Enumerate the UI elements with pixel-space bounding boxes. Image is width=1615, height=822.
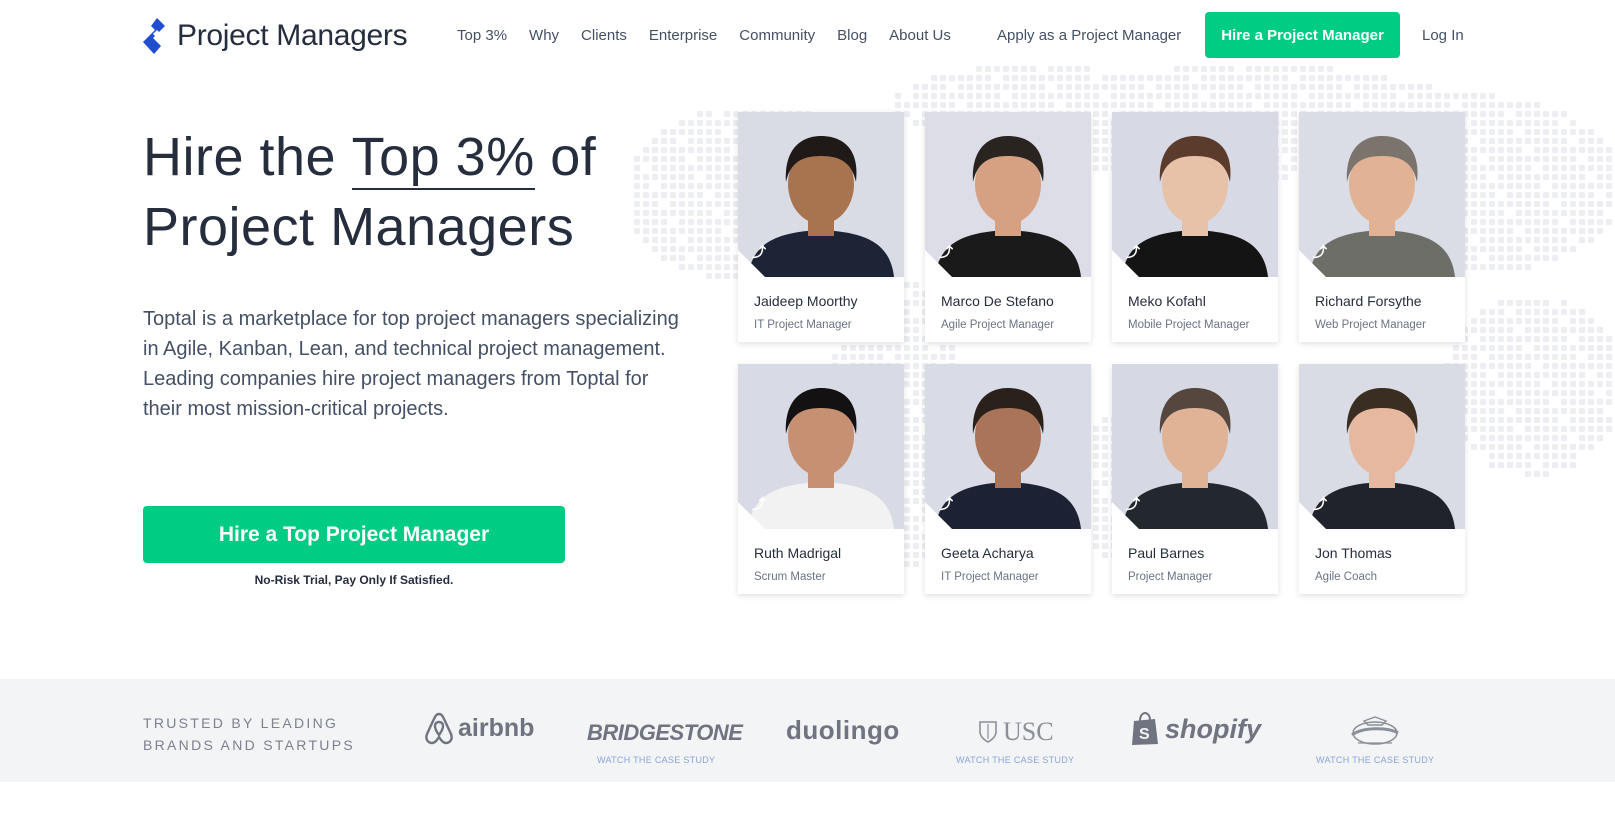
toptal-badge-icon: ⤴ [939, 244, 953, 260]
logo[interactable]: Project Managers [143, 18, 408, 54]
logo-text: Project Managers [177, 19, 408, 52]
bridgestone-logo: BRIDGESTONE [587, 720, 743, 745]
talent-card[interactable]: ⤴ Paul Barnes Project Manager [1112, 364, 1278, 594]
talent-card[interactable]: ⤴ Jaideep Moorthy IT Project Manager [738, 112, 904, 342]
talent-role: Agile Coach [1315, 571, 1378, 583]
hero-desc-line1: Toptal is a marketplace for top project … [143, 308, 679, 360]
hero-desc-line2: Leading companies hire project managers … [143, 368, 649, 420]
trusted-label: TRUSTED BY LEADING BRANDS AND STARTUPS [143, 712, 355, 756]
talent-name: Richard Forsythe [1315, 293, 1422, 309]
talent-role: Web Project Manager [1315, 319, 1427, 331]
hero-description: Toptal is a marketplace for top project … [143, 304, 683, 424]
toptal-badge-icon: ⤴ [939, 496, 953, 512]
talent-name: Jaideep Moorthy [754, 293, 858, 309]
usc-case-study-link[interactable]: WATCH THE CASE STUDY [956, 755, 1074, 765]
talent-card[interactable]: ⤴ Geeta Acharya IT Project Manager [925, 364, 1091, 594]
usc-logo: USC [978, 717, 1054, 747]
talent-name: Jon Thomas [1315, 545, 1392, 561]
nav-link-about[interactable]: About Us [889, 27, 951, 44]
nav-link-community[interactable]: Community [739, 27, 815, 44]
talent-card[interactable]: ⤴ Ruth Madrigal Scrum Master [738, 364, 904, 594]
talent-card[interactable]: ⤴ Marco De Stefano Agile Project Manager [925, 112, 1091, 342]
cavaliers-case-study-link[interactable]: WATCH THE CASE STUDY [1316, 755, 1434, 765]
toptal-badge-icon: ⤴ [752, 496, 766, 512]
nav-link-why[interactable]: Why [529, 27, 559, 44]
toptal-logo-icon [143, 18, 165, 54]
shopify-logo: S shopify [1129, 711, 1261, 747]
trusted-label-line2: BRANDS AND STARTUPS [143, 737, 355, 753]
talent-role: IT Project Manager [754, 319, 852, 331]
toptal-badge-icon: ⤴ [1126, 496, 1140, 512]
shopify-text: shopify [1165, 713, 1262, 744]
talent-name: Geeta Acharya [941, 545, 1034, 561]
talent-card[interactable]: ⤴ Jon Thomas Agile Coach [1299, 364, 1465, 594]
talent-name: Ruth Madrigal [754, 545, 842, 561]
hero-title-pre: Hire the [143, 127, 352, 187]
nav-link-clients[interactable]: Clients [581, 27, 627, 44]
nav-link-blog[interactable]: Blog [837, 27, 867, 44]
shopify-bag-icon: S [1132, 711, 1158, 745]
apply-link[interactable]: Apply as a Project Manager [997, 27, 1181, 44]
talent-role: IT Project Manager [941, 571, 1039, 583]
hire-top-pm-button[interactable]: Hire a Top Project Manager [143, 506, 565, 563]
nav-link-top3[interactable]: Top 3% [457, 27, 507, 44]
airbnb-icon [425, 712, 453, 745]
nav-link-enterprise[interactable]: Enterprise [649, 27, 717, 44]
talent-name: Meko Kofahl [1128, 293, 1206, 309]
airbnb-logo: airbnb [424, 711, 534, 745]
hire-button-nav[interactable]: Hire a Project Manager [1205, 12, 1400, 58]
usc-shield-icon [979, 721, 997, 743]
login-link[interactable]: Log In [1422, 27, 1464, 44]
nav-links: Top 3% Why Clients Enterprise Community … [457, 27, 973, 44]
duolingo-logo: duolingo [786, 715, 900, 745]
talent-name: Paul Barnes [1128, 545, 1205, 561]
hero-title-post: of [534, 127, 597, 187]
toptal-badge-icon: ⤴ [1313, 496, 1327, 512]
usc-text: USC [1003, 717, 1054, 746]
toptal-badge-icon: ⤴ [752, 244, 766, 260]
talent-role: Scrum Master [754, 571, 826, 583]
hero-title-line2: Project Managers [143, 197, 575, 257]
talent-name: Marco De Stefano [941, 293, 1054, 309]
cavaliers-emblem-icon [1351, 716, 1399, 745]
trusted-label-line1: TRUSTED BY LEADING [143, 715, 339, 731]
bridgestone-case-study-link[interactable]: WATCH THE CASE STUDY [597, 755, 715, 765]
cavaliers-logo [1344, 715, 1406, 754]
talent-card[interactable]: ⤴ Richard Forsythe Web Project Manager [1299, 112, 1465, 342]
hero-title-highlight: Top 3% [351, 122, 535, 192]
toptal-badge-icon: ⤴ [1313, 244, 1327, 260]
talent-role: Agile Project Manager [941, 319, 1055, 331]
talent-card[interactable]: ⤴ Meko Kofahl Mobile Project Manager [1112, 112, 1278, 342]
talent-role: Mobile Project Manager [1128, 319, 1250, 331]
trusted-brands-strip: TRUSTED BY LEADING BRANDS AND STARTUPS a… [0, 679, 1615, 782]
toptal-badge-icon: ⤴ [1126, 244, 1140, 260]
talent-role: Project Manager [1128, 571, 1213, 583]
airbnb-text: airbnb [458, 713, 535, 742]
hero-title: Hire the Top 3% of Project Managers [143, 122, 596, 262]
svg-text:S: S [1139, 726, 1150, 743]
risk-free-note: No-Risk Trial, Pay Only If Satisfied. [254, 573, 454, 587]
